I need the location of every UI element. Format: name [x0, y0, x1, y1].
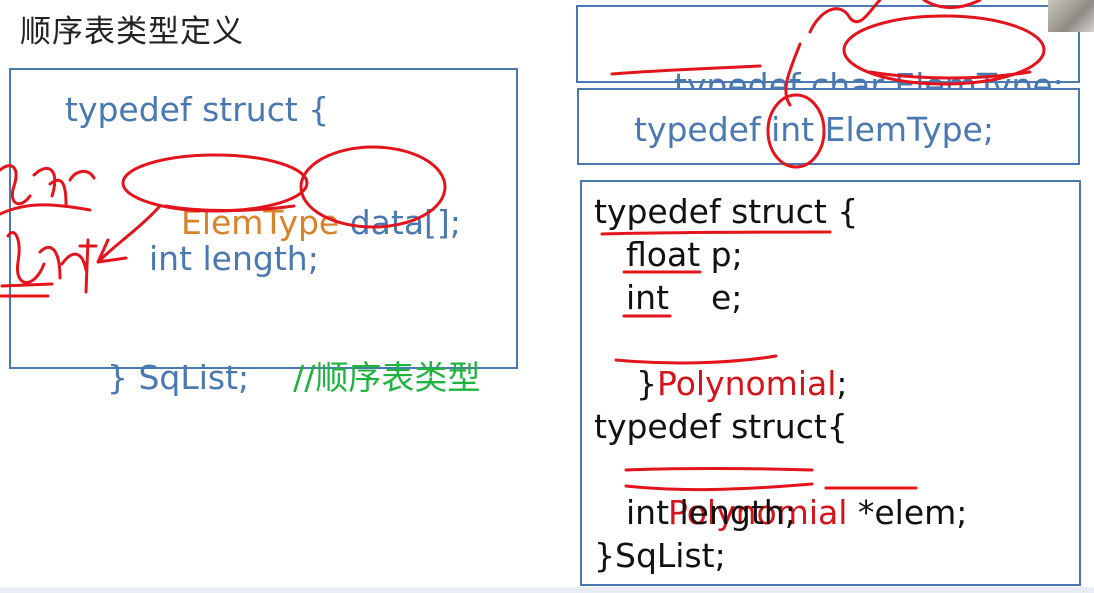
- code-comment: //顺序表类型: [293, 358, 481, 397]
- typedef-int-box: typedef int ElemType;: [577, 88, 1080, 165]
- data-array: data[];: [339, 203, 461, 242]
- sqlist-name: } SqList;: [106, 358, 250, 397]
- poly-line-8: int length;: [626, 493, 796, 532]
- code-line-close: } SqList; //顺序表类型: [65, 312, 480, 438]
- slide-bottom-bar: [0, 587, 1094, 593]
- typedef-char-box: typedef char ElemType;: [576, 5, 1080, 105]
- polynomial-type-name: Polynomial: [656, 364, 837, 403]
- elem-pointer: *elem;: [847, 493, 968, 532]
- code-line-typedef: typedef struct {: [65, 90, 330, 129]
- code-line-length: int length;: [149, 239, 319, 278]
- semicolon: ;: [836, 364, 848, 403]
- brace-close: }: [635, 364, 657, 403]
- poly-line-2: float p;: [626, 235, 743, 274]
- presenter-video-thumbnail: [1048, 0, 1094, 32]
- poly-line-1: typedef struct {: [594, 192, 859, 231]
- slide-title: 顺序表类型定义: [20, 14, 244, 50]
- polynomial-definition-box: typedef struct { float p; int e; }Polyno…: [580, 180, 1081, 586]
- sqlist-definition-box: typedef struct { ElemType data[]; int le…: [9, 68, 518, 397]
- poly-line-9: }SqList;: [594, 536, 726, 575]
- typedef-int-line: typedef int ElemType;: [634, 110, 994, 149]
- elemtype-keyword: ElemType: [180, 203, 340, 242]
- poly-line-6: typedef struct{: [594, 407, 848, 446]
- poly-line-3: int e;: [626, 278, 743, 317]
